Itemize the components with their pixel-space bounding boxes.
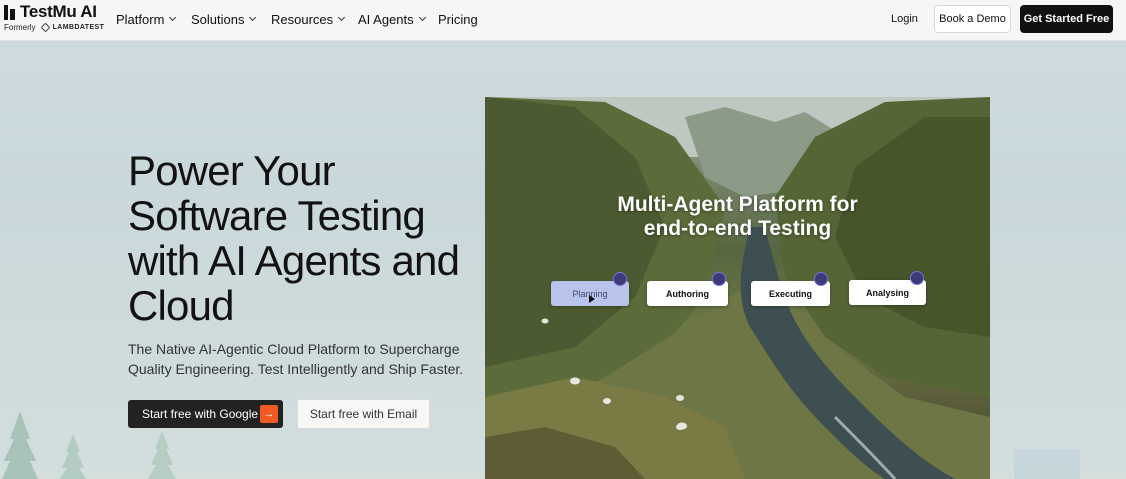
nav-item-solutions[interactable]: Solutions	[191, 12, 257, 27]
top-navbar: TestMu AI Formerly LAMBDATEST Platform S…	[0, 0, 1126, 41]
get-started-button[interactable]: Get Started Free	[1020, 5, 1113, 33]
step-label: Executing	[768, 288, 812, 299]
step-label: Authoring	[666, 288, 709, 299]
nav-item-ai-agents[interactable]: AI Agents	[358, 12, 426, 27]
video-title-line1: Multi-Agent Platform for	[617, 193, 858, 216]
brand-name: TestMu AI	[20, 2, 97, 21]
cursor-icon	[589, 295, 595, 303]
nav-item-pricing[interactable]: Pricing	[438, 12, 478, 27]
nav-item-resources[interactable]: Resources	[271, 12, 346, 27]
chevron-down-icon	[169, 13, 177, 22]
nav-item-label: Platform	[116, 12, 165, 27]
start-free-google-button[interactable]: Start free with Google →	[128, 400, 283, 428]
hero-subtitle: The Native AI-Agentic Cloud Platform to …	[128, 341, 464, 377]
nav-item-label: Resources	[271, 12, 334, 27]
step-authoring: Authoring	[647, 272, 728, 306]
pine-tree-decoration	[2, 411, 38, 479]
google-button-label: Start free with Google	[142, 407, 259, 421]
hero-title: Power Your Software Testing with AI Agen…	[128, 147, 460, 329]
agent-avatar-icon	[814, 272, 828, 286]
step-label: Analysing	[865, 287, 909, 298]
book-demo-button[interactable]: Book a Demo	[934, 5, 1011, 33]
hero-video-panel[interactable]: Multi-Agent Platform for end-to-end Test…	[485, 97, 990, 479]
formerly-name: LAMBDATEST	[52, 24, 105, 31]
login-link[interactable]: Login	[891, 13, 918, 25]
pine-tree-decoration	[60, 434, 86, 479]
formerly-lambdatest: Formerly LAMBDATEST	[4, 22, 105, 33]
building-decoration	[1014, 449, 1080, 479]
pine-tree-decoration	[148, 431, 176, 479]
start-free-email-button[interactable]: Start free with Email	[297, 399, 430, 429]
agent-avatar-icon	[712, 272, 726, 286]
nav-item-label: Solutions	[191, 12, 245, 27]
brand-logo[interactable]: TestMu AI Formerly LAMBDATEST	[4, 2, 105, 33]
chevron-down-icon	[249, 13, 257, 22]
arrow-right-icon: →	[260, 405, 278, 423]
nav-item-platform[interactable]: Platform	[116, 12, 177, 27]
step-analysing: Analysing	[849, 271, 926, 305]
agent-avatar-icon	[613, 272, 627, 286]
lambdatest-icon	[40, 22, 50, 33]
chevron-down-icon	[418, 13, 426, 22]
nav-item-label: Pricing	[438, 12, 478, 27]
video-title: Multi-Agent Platform for end-to-end Test…	[485, 193, 990, 241]
nav-item-label: AI Agents	[358, 12, 414, 27]
testmu-logo-icon	[4, 4, 16, 20]
agent-avatar-icon	[910, 271, 924, 285]
step-executing: Executing	[751, 272, 830, 306]
video-title-line2: end-to-end Testing	[643, 217, 832, 240]
chevron-down-icon	[338, 13, 346, 22]
formerly-label: Formerly	[4, 23, 36, 32]
